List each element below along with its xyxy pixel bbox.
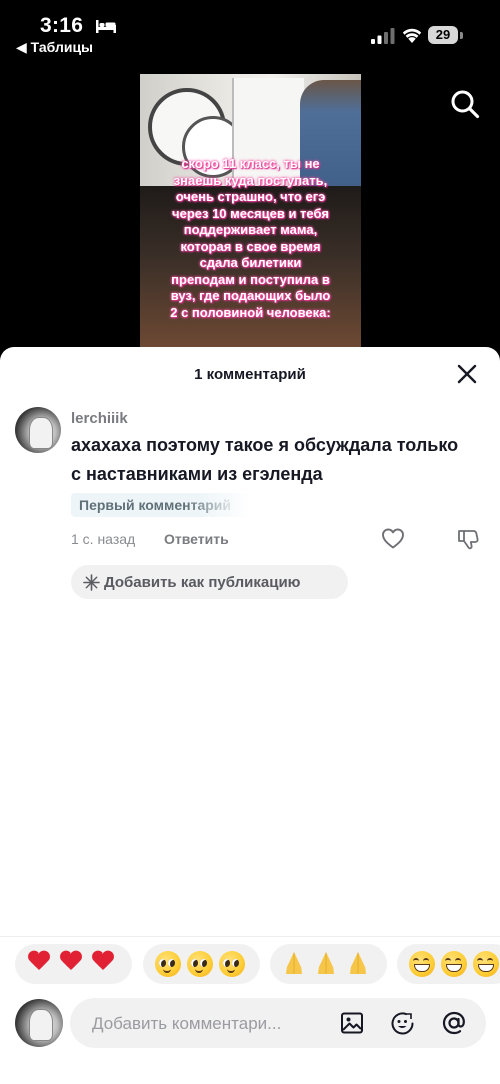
video-caption: скоро 11 класс, ты не знаешь куда поступ… [170,156,331,320]
back-to-app-link[interactable]: ◀ Таблицы [16,39,93,56]
first-comment-badge-label: Первый комментарий [79,497,232,513]
dislike-icon[interactable] [456,527,480,551]
battery-tip [460,32,463,39]
comments-sheet: 1 комментарий lerchiiik ахахаха поэтому … [0,347,500,1084]
status-time: 3:16 [40,14,84,37]
comment-username[interactable]: lerchiiik [71,410,128,427]
image-icon[interactable] [340,1011,364,1035]
signal-icon [371,28,395,44]
comment-timestamp: 1 с. назад [71,531,136,547]
battery-icon: 29 [428,26,458,44]
broken-heart-emoji-icon [91,951,117,977]
wifi-icon [402,28,422,43]
pleading-face-emoji-icon [155,951,181,977]
reply-button[interactable]: Ответить [164,531,229,547]
status-bar: 3:16 ◀ Таблицы 29 [0,0,500,64]
comment-input[interactable] [90,998,334,1050]
close-icon[interactable] [456,363,478,385]
pleading-face-emoji-icon [187,951,213,977]
comment-text: ахахаха поэтому такое я обсуждала только… [71,435,459,484]
broken-heart-emoji-icon [27,951,53,977]
comment-input-box[interactable] [70,998,486,1050]
emoji-chip-broken-heart[interactable] [15,944,132,984]
my-avatar[interactable] [15,999,63,1047]
emoji-chip-grinning-face[interactable] [397,944,500,984]
first-comment-badge: Первый комментарий [71,493,251,517]
bed-icon [96,20,116,33]
add-as-publication-label: Добавить как публикацию [104,573,301,591]
grinning-face-emoji-icon [441,951,467,977]
grinning-face-emoji-icon [473,951,499,977]
heart-outline-icon[interactable] [381,527,405,549]
at-mention-icon[interactable] [441,1010,467,1036]
broken-heart-emoji-icon [59,951,85,977]
comments-count-title: 1 комментарий [194,366,306,383]
emoji-bar-divider [0,936,500,937]
grinning-face-emoji-icon [409,951,435,977]
emoji-chip-folded-hands[interactable] [270,944,387,984]
folded-hands-emoji-icon [346,951,372,977]
add-as-publication-button[interactable]: Добавить как публикацию [71,565,348,599]
emoji-face-icon[interactable] [390,1011,415,1036]
emoji-chip-pleading-face[interactable] [143,944,260,984]
pleading-face-emoji-icon [219,951,245,977]
video-thumbnail[interactable]: скоро 11 класс, ты не знаешь куда поступ… [140,74,361,349]
commenter-avatar[interactable] [15,407,61,453]
search-icon[interactable] [450,89,480,119]
folded-hands-emoji-icon [282,951,308,977]
folded-hands-emoji-icon [314,951,340,977]
sparkle-icon [83,573,100,591]
